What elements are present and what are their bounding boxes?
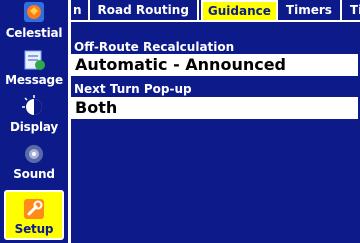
tab-underline	[71, 20, 360, 22]
celestial-icon	[21, 1, 47, 25]
sidebar-item-display[interactable]: Display	[4, 92, 64, 136]
tab-partial[interactable]: n	[71, 0, 90, 22]
tab-guidance[interactable]: Guidance	[200, 0, 278, 22]
sidebar-item-setup[interactable]: Setup	[4, 190, 64, 240]
sidebar-item-message[interactable]: Message	[4, 45, 64, 89]
sidebar-item-sound[interactable]: Sound	[4, 139, 64, 183]
tab-road-routing[interactable]: Road Routing	[90, 0, 199, 22]
off-route-recalculation-label: Off-Route Recalculation	[74, 40, 235, 54]
sound-icon	[21, 142, 47, 166]
next-turn-popup-label: Next Turn Pop-up	[74, 82, 192, 96]
sidebar-item-label: Display	[9, 120, 59, 134]
tab-bar: n Road Routing Guidance Timers Time	[71, 0, 360, 22]
sidebar-divider	[68, 0, 71, 243]
message-icon	[21, 48, 47, 72]
tab-time[interactable]: Time	[342, 0, 360, 22]
sidebar-item-label: Celestial	[5, 26, 63, 40]
sidebar-item-label: Message	[5, 73, 63, 87]
display-icon	[21, 95, 47, 119]
tab-timers[interactable]: Timers	[278, 0, 342, 22]
sidebar: Celestial Message Display Sound Setup	[0, 0, 68, 243]
next-turn-popup-field[interactable]: Both	[71, 97, 358, 119]
sidebar-item-label: Sound	[13, 167, 55, 181]
sidebar-item-celestial[interactable]: Celestial	[4, 0, 64, 42]
sidebar-item-label: Setup	[14, 222, 54, 236]
off-route-recalculation-field[interactable]: Automatic - Announced	[71, 54, 358, 76]
setup-wrench-icon	[21, 197, 47, 221]
